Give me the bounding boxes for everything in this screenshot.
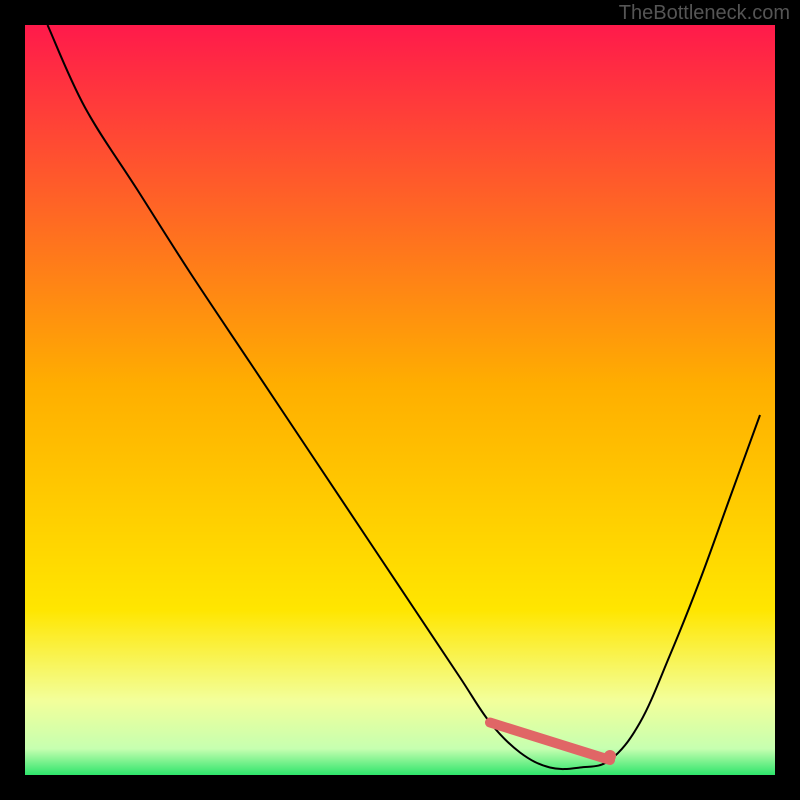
sweet-spot-end-dot bbox=[604, 750, 616, 762]
curve-layer bbox=[25, 25, 775, 775]
chart-frame: TheBottleneck.com bbox=[0, 0, 800, 800]
watermark-text: TheBottleneck.com bbox=[619, 2, 790, 25]
plot-area bbox=[25, 25, 775, 775]
bottleneck-curve bbox=[48, 25, 761, 769]
